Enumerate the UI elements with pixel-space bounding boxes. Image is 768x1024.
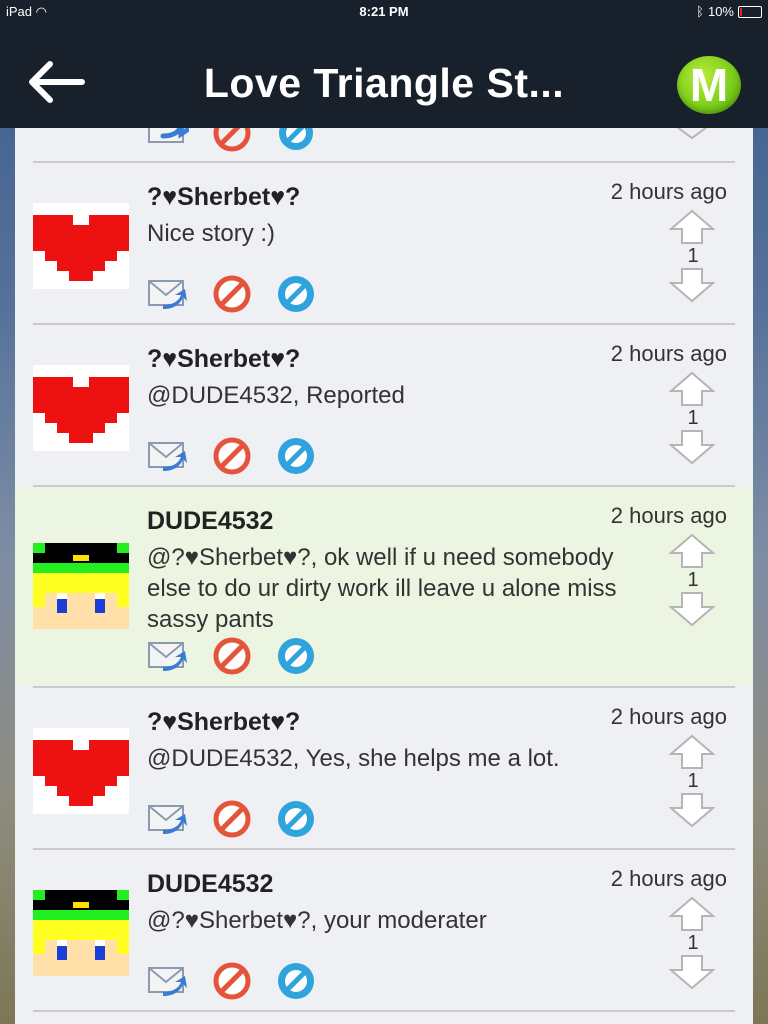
block-slash-icon[interactable]: [275, 800, 317, 838]
battery-percent: 10%: [707, 4, 734, 19]
downvote-arrow-icon[interactable]: [669, 429, 715, 465]
report-no-icon[interactable]: [211, 128, 253, 152]
comment-text: @?♥Sherbet♥?, ok well if u need somebody…: [147, 544, 617, 633]
comment-item: ?♥Sherbet♥? 2 hours ago Nice story :) 1: [15, 163, 753, 323]
page-title: Love Triangle St...: [203, 60, 565, 106]
status-bar: iPad ◠ 8:21 PM ᛒ 10%: [0, 0, 768, 22]
downvote-arrow-icon[interactable]: [669, 792, 715, 828]
red-heart-avatar: [33, 203, 129, 289]
reply-envelope-icon[interactable]: [147, 962, 189, 1000]
comment-item: ?♥Sherbet♥? 2 hours ago @DUDE4532, Repor…: [15, 325, 753, 485]
vote-control: 1: [669, 533, 717, 627]
comment-actions: [147, 275, 317, 313]
vote-control: 1: [669, 734, 717, 828]
block-slash-icon[interactable]: [275, 962, 317, 1000]
nav-bar: Love Triangle St... M: [0, 22, 768, 128]
vote-count: 1: [687, 569, 699, 591]
reply-envelope-icon[interactable]: [147, 637, 189, 675]
report-no-icon[interactable]: [211, 962, 253, 1000]
username[interactable]: ?♥Sherbet♥?: [147, 345, 300, 374]
block-slash-icon[interactable]: [275, 637, 317, 675]
username[interactable]: DUDE4532: [147, 870, 273, 899]
comment-feed[interactable]: ?♥Sherbet♥? 2 hours ago Nice story :) 1 …: [15, 128, 753, 1024]
upvote-arrow-icon[interactable]: [669, 533, 715, 569]
vote-control: 1: [669, 209, 717, 303]
reply-envelope-icon[interactable]: [147, 437, 189, 475]
timestamp: 2 hours ago: [610, 179, 727, 204]
reply-envelope-icon[interactable]: [147, 275, 189, 313]
block-slash-icon[interactable]: [275, 128, 317, 152]
comment-actions: [147, 637, 317, 675]
comment-actions: [147, 437, 317, 475]
comment-actions: [147, 800, 317, 838]
vote-control: 1: [669, 896, 717, 990]
comment-text: @?♥Sherbet♥?, your moderater: [147, 907, 487, 934]
report-no-icon[interactable]: [211, 800, 253, 838]
battery-fill: [740, 7, 742, 16]
upvote-arrow-icon[interactable]: [669, 371, 715, 407]
upvote-arrow-icon[interactable]: [669, 209, 715, 245]
reply-envelope-icon[interactable]: [147, 128, 189, 150]
vote-count: 1: [687, 770, 699, 792]
partial-comment-row: [15, 128, 753, 162]
comment-text: @DUDE4532, Yes, she helps me a lot.: [147, 745, 560, 772]
upvote-arrow-icon[interactable]: [669, 896, 715, 932]
divider: [33, 1010, 735, 1012]
username[interactable]: ?♥Sherbet♥?: [147, 708, 300, 737]
username[interactable]: ?♥Sherbet♥?: [147, 183, 300, 212]
status-right: ᛒ 10%: [696, 4, 762, 19]
pixel-face-avatar: [33, 543, 129, 629]
vote-count: 1: [687, 932, 699, 954]
comment-text: Nice story :): [147, 220, 276, 247]
downvote-arrow-icon[interactable]: [669, 128, 715, 142]
red-heart-avatar: [33, 365, 129, 451]
clock: 8:21 PM: [359, 4, 409, 19]
app-logo-icon[interactable]: M: [677, 56, 741, 114]
timestamp: 2 hours ago: [610, 503, 727, 528]
comment-item-highlighted: DUDE4532 2 hours ago @?♥Sherbet♥?, ok we…: [15, 487, 753, 686]
red-heart-avatar: [33, 728, 129, 814]
reply-envelope-icon[interactable]: [147, 800, 189, 838]
vote-control: 1: [669, 371, 717, 465]
upvote-arrow-icon[interactable]: [669, 734, 715, 770]
downvote-arrow-icon[interactable]: [669, 954, 715, 990]
bluetooth-icon: ᛒ: [696, 4, 704, 19]
report-no-icon[interactable]: [211, 437, 253, 475]
downvote-arrow-icon[interactable]: [669, 267, 715, 303]
report-no-icon[interactable]: [211, 637, 253, 675]
timestamp: 2 hours ago: [610, 704, 727, 729]
block-slash-icon[interactable]: [275, 275, 317, 313]
timestamp: 2 hours ago: [610, 866, 727, 891]
comment-text: @DUDE4532, Reported: [147, 382, 405, 409]
block-slash-icon[interactable]: [275, 437, 317, 475]
pixel-face-avatar: [33, 890, 129, 976]
vote-count: 1: [687, 245, 699, 267]
battery-icon: [738, 5, 762, 18]
comment-item: DUDE4532 2 hours ago @?♥Sherbet♥?, your …: [15, 850, 753, 1010]
comment-item: ?♥Sherbet♥? 2 hours ago @DUDE4532, Yes, …: [15, 688, 753, 848]
timestamp: 2 hours ago: [610, 341, 727, 366]
vote-count: 1: [687, 407, 699, 429]
comment-actions: [147, 962, 317, 1000]
downvote-arrow-icon[interactable]: [669, 591, 715, 627]
username[interactable]: DUDE4532: [147, 507, 273, 536]
report-no-icon[interactable]: [211, 275, 253, 313]
